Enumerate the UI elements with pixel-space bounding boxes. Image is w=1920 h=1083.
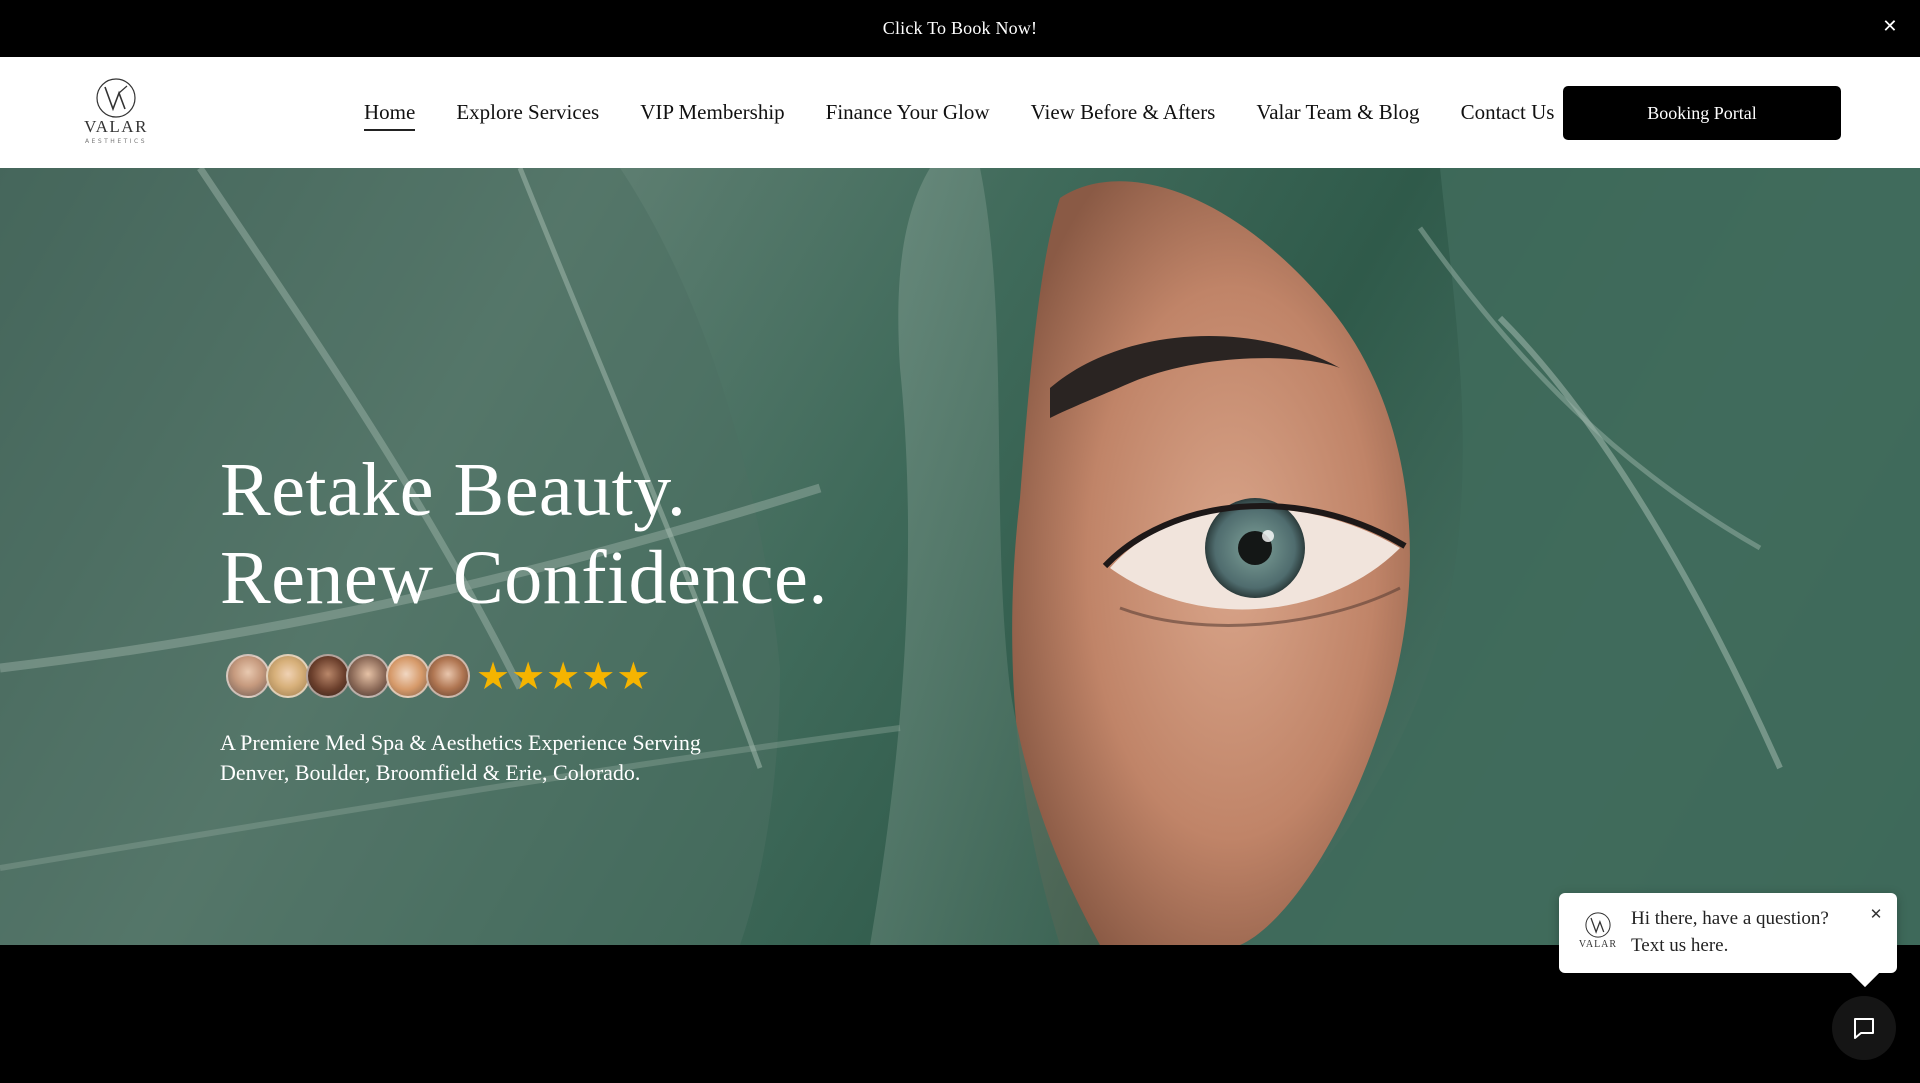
reviewer-avatar [426,654,470,698]
nav-before-afters[interactable]: View Before & Afters [1031,100,1216,125]
site-header: VALAR AESTHETICS Home Explore Services V… [0,57,1920,169]
star-icon: ★ [511,654,546,698]
star-icon: ★ [581,654,616,698]
hero-section: Retake Beauty. Renew Confidence. ★ ★ ★ ★… [0,168,1920,945]
site-logo[interactable]: VALAR AESTHETICS [82,77,150,149]
chat-prompt-bubble[interactable]: VALAR Hi there, have a question? Text us… [1559,893,1897,973]
chat-launcher-button[interactable] [1832,996,1896,1060]
reviewer-avatar [386,654,430,698]
nav-contact-us[interactable]: Contact Us [1461,100,1555,125]
star-icon: ★ [546,654,581,698]
chat-message-line-1: Hi there, have a question? [1631,908,1829,929]
hero-subtitle-line-2: Denver, Boulder, Broomfield & Erie, Colo… [220,760,641,785]
main-nav: Home Explore Services VIP Membership Fin… [364,57,1595,168]
chat-logo: VALAR [1577,911,1619,955]
reviewer-avatar [306,654,350,698]
star-icon: ★ [476,654,511,698]
logo-wordmark: VALAR [84,117,148,136]
hero-subtitle-line-1: A Premiere Med Spa & Aesthetics Experien… [220,730,701,755]
social-proof: ★ ★ ★ ★ ★ [226,652,651,700]
nav-finance-your-glow[interactable]: Finance Your Glow [826,100,990,125]
nav-home[interactable]: Home [364,100,416,131]
nav-explore-services[interactable]: Explore Services [456,100,599,125]
reviewer-avatar [346,654,390,698]
nav-team-blog[interactable]: Valar Team & Blog [1256,100,1419,125]
chat-logo-wordmark: VALAR [1578,939,1618,950]
hero-title: Retake Beauty. Renew Confidence. [220,446,828,622]
logo-emblem-icon [1585,912,1611,938]
close-icon[interactable]: ✕ [1878,14,1902,38]
announcement-text[interactable]: Click To Book Now! [883,18,1038,39]
reviewer-avatar [226,654,270,698]
hero-title-line-2: Renew Confidence. [220,536,828,620]
logo-subtext: AESTHETICS [84,138,148,145]
nav-vip-membership[interactable]: VIP Membership [640,100,784,125]
reviewer-avatar [266,654,310,698]
close-icon[interactable]: ✕ [1867,905,1885,923]
logo-emblem-icon [96,78,136,118]
hero-subtitle: A Premiere Med Spa & Aesthetics Experien… [220,728,780,788]
chat-message: Hi there, have a question? Text us here. [1631,905,1861,959]
chat-icon [1854,1018,1874,1039]
announcement-bar[interactable]: Click To Book Now! ✕ [0,0,1920,57]
star-icon: ★ [616,654,651,698]
booking-portal-button[interactable]: Booking Portal [1563,86,1841,140]
rating-stars: ★ ★ ★ ★ ★ [476,656,651,696]
hero-title-line-1: Retake Beauty. [220,448,687,532]
chat-message-line-2: Text us here. [1631,935,1729,956]
